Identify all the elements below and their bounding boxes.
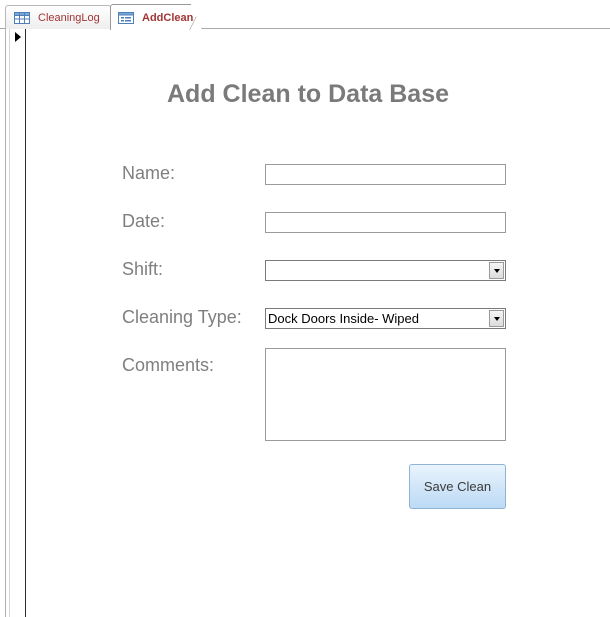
comments-textarea[interactable] [265, 348, 506, 441]
table-icon [14, 11, 30, 24]
selector-edge [5, 29, 6, 617]
comments-label: Comments: [122, 355, 215, 375]
date-label: Date: [122, 211, 166, 231]
document-tab-strip: CleaningLog AddClean [0, 0, 610, 30]
record-selector-bar[interactable] [0, 29, 26, 617]
form-icon [118, 11, 134, 24]
tab-addclean[interactable]: AddClean [110, 4, 202, 30]
date-input[interactable] [265, 212, 506, 233]
save-clean-button[interactable]: Save Clean [409, 464, 506, 509]
name-input[interactable] [265, 164, 506, 185]
shift-dropdown-button[interactable] [489, 262, 504, 279]
tab-addclean-label: AddClean [142, 11, 194, 24]
chevron-down-icon [493, 268, 500, 273]
shift-combobox[interactable] [265, 260, 506, 281]
form-title: Add Clean to Data Base [167, 80, 450, 108]
tab-cleaninglog[interactable]: CleaningLog [5, 5, 111, 29]
current-record-arrow-icon [15, 32, 21, 42]
cleaning-type-combobox[interactable]: Dock Doors Inside- Wiped [265, 308, 506, 329]
cleaning-type-label: Cleaning Type: [122, 307, 242, 327]
tab-cleaninglog-label: CleaningLog [38, 11, 100, 24]
chevron-down-icon [493, 316, 500, 321]
cleaning-type-dropdown-button[interactable] [489, 310, 504, 327]
shift-label: Shift: [122, 259, 164, 279]
selector-edge-inner [9, 29, 10, 617]
name-label: Name: [122, 163, 176, 183]
cleaning-type-combobox-value: Dock Doors Inside- Wiped [268, 311, 419, 326]
